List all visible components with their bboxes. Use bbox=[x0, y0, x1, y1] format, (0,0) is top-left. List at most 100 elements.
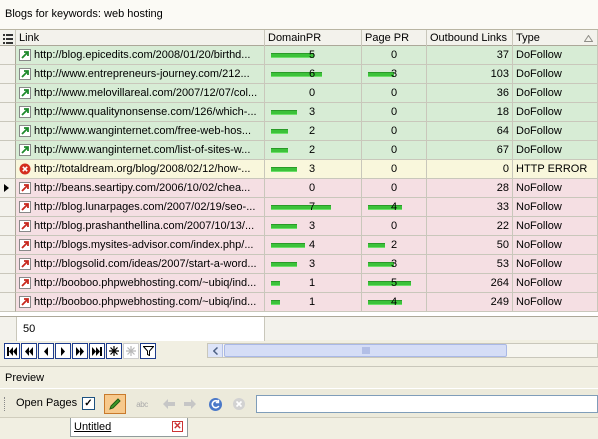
row-selector[interactable] bbox=[0, 160, 16, 179]
row-selector[interactable] bbox=[0, 293, 16, 312]
row-selector[interactable] bbox=[0, 84, 16, 103]
row-selector[interactable] bbox=[0, 274, 16, 293]
type-cell: NoFollow bbox=[513, 293, 598, 312]
add-icon[interactable] bbox=[106, 343, 122, 359]
pr-bar bbox=[368, 72, 394, 77]
link-cell[interactable]: http://blog.epicedits.com/2008/01/20/bir… bbox=[16, 46, 265, 65]
address-input[interactable] bbox=[256, 395, 598, 413]
table-row[interactable]: http://www.wanginternet.com/list-of-site… bbox=[0, 141, 598, 160]
table-row[interactable]: http://www.melovillareal.com/2007/12/07/… bbox=[0, 84, 598, 103]
first-icon[interactable] bbox=[4, 343, 20, 359]
link-cell[interactable]: http://blog.prashanthellina.com/2007/10/… bbox=[16, 217, 265, 236]
stop-icon bbox=[231, 396, 247, 412]
page-pr-cell-value: 3 bbox=[391, 68, 398, 80]
column-header-link[interactable]: Link bbox=[16, 30, 265, 46]
domain-pr-cell: 3 bbox=[265, 217, 362, 236]
external-link-icon bbox=[19, 49, 31, 61]
link-cell[interactable]: http://blogs.mysites-advisor.com/index.p… bbox=[16, 236, 265, 255]
row-selector[interactable] bbox=[0, 179, 16, 198]
column-header-domain-pr[interactable]: DomainPR bbox=[265, 30, 362, 46]
table-row[interactable]: http://blog.prashanthellina.com/2007/10/… bbox=[0, 217, 598, 236]
scrollbar-thumb[interactable] bbox=[224, 344, 507, 357]
type-cell: DoFollow bbox=[513, 141, 598, 160]
filter-icon[interactable] bbox=[140, 343, 156, 359]
link-text: http://www.qualitynonsense.com/126/which… bbox=[34, 106, 257, 118]
row-selector[interactable] bbox=[0, 65, 16, 84]
domain-pr-cell: 6 bbox=[265, 65, 362, 84]
forward-icon bbox=[182, 396, 198, 412]
domain-pr-cell-value: 5 bbox=[309, 49, 316, 61]
next-page-icon[interactable] bbox=[72, 343, 88, 359]
last-icon[interactable] bbox=[89, 343, 105, 359]
open-pages-checkbox[interactable]: ✓ bbox=[82, 397, 95, 410]
domain-pr-cell-value: 0 bbox=[309, 182, 316, 194]
pr-bar bbox=[271, 262, 297, 267]
pen-icon bbox=[109, 398, 121, 410]
outbound-links-cell: 64 bbox=[427, 122, 513, 141]
domain-pr-cell: 5 bbox=[265, 46, 362, 65]
domain-pr-cell: 0 bbox=[265, 84, 362, 103]
link-cell[interactable]: http://www.qualitynonsense.com/126/which… bbox=[16, 103, 265, 122]
link-cell[interactable]: http://totaldream.org/blog/2008/02/12/ho… bbox=[16, 160, 265, 179]
domain-pr-cell: 3 bbox=[265, 160, 362, 179]
link-cell[interactable]: http://booboo.phpwebhosting.com/~ubiq/in… bbox=[16, 293, 265, 312]
link-cell[interactable]: http://www.wanginternet.com/free-web-hos… bbox=[16, 122, 265, 141]
horizontal-scrollbar[interactable] bbox=[207, 343, 598, 358]
row-selector[interactable] bbox=[0, 198, 16, 217]
link-cell[interactable]: http://blog.lunarpages.com/2007/02/19/se… bbox=[16, 198, 265, 217]
type-cell: NoFollow bbox=[513, 198, 598, 217]
row-selector[interactable] bbox=[0, 141, 16, 160]
link-cell[interactable]: http://www.melovillareal.com/2007/12/07/… bbox=[16, 84, 265, 103]
page-pr-cell: 2 bbox=[362, 236, 427, 255]
edit-pen-button[interactable] bbox=[104, 394, 126, 414]
blogs-grid[interactable]: Link DomainPR Page PR Outbound Links Typ… bbox=[0, 30, 598, 316]
column-header-outbound-links[interactable]: Outbound Links bbox=[427, 30, 513, 46]
link-cell[interactable]: http://www.wanginternet.com/list-of-site… bbox=[16, 141, 265, 160]
table-row[interactable]: http://beans.seartipy.com/2006/10/02/che… bbox=[0, 179, 598, 198]
next-icon[interactable] bbox=[55, 343, 71, 359]
column-header-type[interactable]: Type bbox=[513, 30, 598, 46]
table-row[interactable]: http://www.wanginternet.com/free-web-hos… bbox=[0, 122, 598, 141]
domain-pr-cell-value: 3 bbox=[309, 258, 316, 270]
list-icon[interactable] bbox=[0, 30, 16, 46]
link-cell[interactable]: http://www.entrepreneurs-journey.com/212… bbox=[16, 65, 265, 84]
table-row[interactable]: http://blogsolid.com/ideas/2007/start-a-… bbox=[0, 255, 598, 274]
table-row[interactable]: http://booboo.phpwebhosting.com/~ubiq/in… bbox=[0, 293, 598, 312]
link-cell[interactable]: http://blogsolid.com/ideas/2007/start-a-… bbox=[16, 255, 265, 274]
link-cell[interactable]: http://beans.seartipy.com/2006/10/02/che… bbox=[16, 179, 265, 198]
table-row[interactable]: http://www.entrepreneurs-journey.com/212… bbox=[0, 65, 598, 84]
refresh-icon[interactable] bbox=[207, 396, 223, 412]
row-selector[interactable] bbox=[0, 103, 16, 122]
table-row[interactable]: http://blog.epicedits.com/2008/01/20/bir… bbox=[0, 46, 598, 65]
column-header-page-pr[interactable]: Page PR bbox=[362, 30, 427, 46]
external-link-icon bbox=[19, 125, 31, 137]
table-row[interactable]: http://www.qualitynonsense.com/126/which… bbox=[0, 103, 598, 122]
scroll-left-icon[interactable] bbox=[208, 344, 223, 357]
table-row[interactable]: http://booboo.phpwebhosting.com/~ubiq/in… bbox=[0, 274, 598, 293]
toolbar-grip[interactable] bbox=[4, 397, 7, 411]
tab-untitled[interactable]: Untitled ✕ bbox=[70, 418, 188, 437]
previous-page-icon[interactable] bbox=[21, 343, 37, 359]
link-text: http://www.wanginternet.com/free-web-hos… bbox=[34, 125, 252, 137]
domain-pr-cell-value: 0 bbox=[309, 87, 316, 99]
page-pr-cell-value: 3 bbox=[391, 258, 398, 270]
domain-pr-cell-value: 3 bbox=[309, 106, 316, 118]
tab-bar: Untitled ✕ bbox=[0, 418, 598, 439]
row-selector[interactable] bbox=[0, 122, 16, 141]
outbound-links-cell: 0 bbox=[427, 160, 513, 179]
link-cell[interactable]: http://booboo.phpwebhosting.com/~ubiq/in… bbox=[16, 274, 265, 293]
table-row[interactable]: http://blogs.mysites-advisor.com/index.p… bbox=[0, 236, 598, 255]
delete-icon bbox=[123, 343, 139, 359]
row-selector[interactable] bbox=[0, 236, 16, 255]
table-row[interactable]: http://totaldream.org/blog/2008/02/12/ho… bbox=[0, 160, 598, 179]
row-selector[interactable] bbox=[0, 255, 16, 274]
close-icon[interactable]: ✕ bbox=[172, 421, 183, 432]
app-window: Blogs for keywords: web hosting Link Dom… bbox=[0, 0, 598, 439]
previous-icon[interactable] bbox=[38, 343, 54, 359]
pr-bar bbox=[368, 262, 394, 267]
row-selector[interactable] bbox=[0, 217, 16, 236]
row-selector[interactable] bbox=[0, 46, 16, 65]
type-cell: DoFollow bbox=[513, 84, 598, 103]
table-row[interactable]: http://blog.lunarpages.com/2007/02/19/se… bbox=[0, 198, 598, 217]
domain-pr-cell: 3 bbox=[265, 255, 362, 274]
